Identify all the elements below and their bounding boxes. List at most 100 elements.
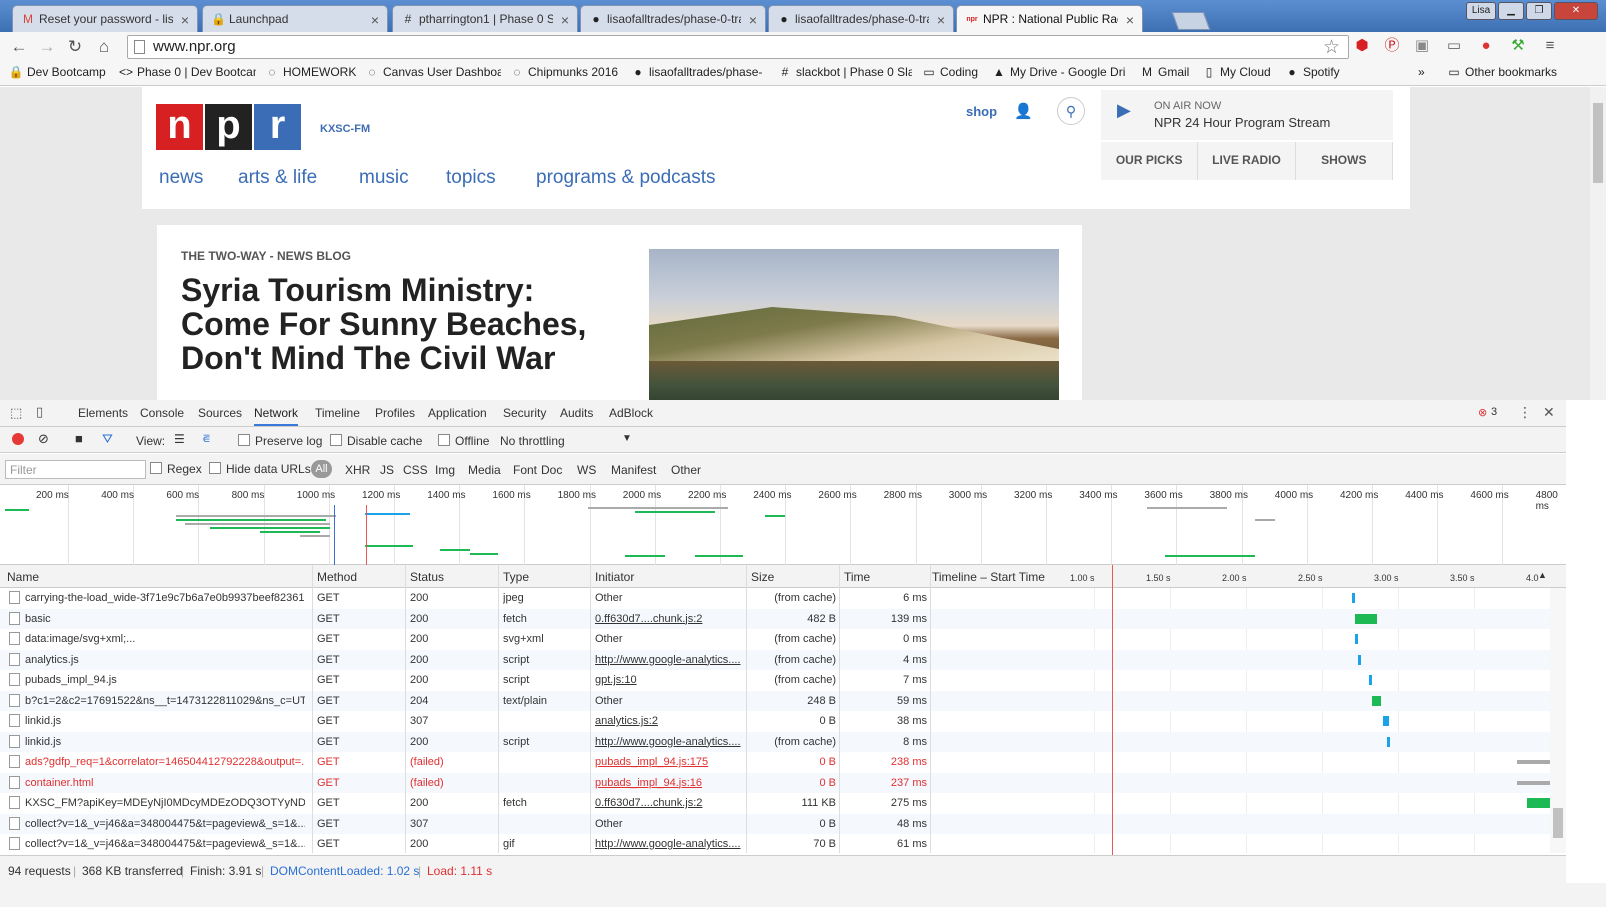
type-filter[interactable]: CSS — [403, 463, 428, 477]
browser-tab[interactable]: M Reset your password - lisa × — [12, 5, 198, 32]
bookmark-item[interactable]: # slackbot | Phase 0 Sla — [777, 65, 912, 79]
browser-tab[interactable]: # ptharrington1 | Phase 0 Sl × — [392, 5, 578, 32]
table-row[interactable]: analytics.js GET 200 script http://www.googl… — [0, 649, 1550, 670]
devtools-tab[interactable]: Security — [503, 406, 546, 420]
devtools-tab[interactable]: Network — [254, 406, 299, 426]
bookmark-item[interactable]: ◌ HOMEWORK — [264, 65, 358, 79]
error-icon[interactable]: ⊗ — [1478, 406, 1487, 419]
type-filter[interactable]: Doc — [541, 463, 562, 477]
extension-icon[interactable]: ▣ — [1412, 36, 1432, 56]
table-row[interactable]: pubads_impl_94.js GET 200 script gpt.js:10 (f… — [0, 670, 1550, 691]
type-filter[interactable]: JS — [380, 463, 394, 477]
close-tab-icon[interactable]: × — [371, 12, 379, 28]
tool-icon[interactable]: ⚒ — [1508, 36, 1528, 56]
table-row[interactable]: collect?v=1&_v=j46&a=348004475&t=pagevie… — [0, 813, 1573, 834]
our-picks-button[interactable]: OUR PICKS — [1101, 142, 1199, 180]
close-window-button[interactable]: ✕ — [1554, 2, 1598, 20]
cell-initiator[interactable]: gpt.js:10 — [595, 674, 743, 686]
nav-news[interactable]: news — [159, 167, 203, 189]
story-photo[interactable] — [649, 249, 1059, 400]
bookmark-item[interactable]: <> Phase 0 | Dev Bootcam — [118, 65, 256, 79]
devtools-tab[interactable]: Application — [428, 406, 487, 420]
device-icon[interactable]: ▯ — [36, 404, 43, 420]
inspect-icon[interactable]: ⬚ — [10, 405, 22, 421]
type-filter[interactable]: Media — [468, 463, 501, 477]
bookmark-item[interactable]: ● lisaofalltrades/phase- — [630, 65, 767, 79]
type-filter[interactable]: Manifest — [611, 463, 656, 477]
preserve-log-checkbox[interactable]: Preserve log — [238, 434, 322, 448]
table-row[interactable]: container.html GET (failed) pubads_impl_94.… — [0, 772, 1553, 793]
bookmark-item[interactable]: ● Spotify — [1284, 65, 1344, 79]
offline-checkbox[interactable]: Offline — [438, 434, 489, 448]
type-filter[interactable]: Other — [671, 463, 701, 477]
bookmark-item[interactable]: M Gmail — [1139, 65, 1196, 79]
type-filter[interactable]: Font — [513, 463, 537, 477]
table-scrollbar[interactable] — [1550, 588, 1566, 853]
col-name[interactable]: Name — [7, 570, 39, 584]
col-timeline[interactable]: Timeline – Start Time — [932, 570, 1045, 584]
reload-icon[interactable]: ↻ — [64, 36, 86, 58]
filter-icon[interactable]: ⛛ — [102, 431, 113, 447]
browser-tab[interactable]: ● lisaofalltrades/phase-0-tra × — [768, 5, 954, 32]
close-tab-icon[interactable]: × — [561, 12, 569, 28]
shows-button[interactable]: SHOWS — [1296, 142, 1393, 180]
devtools-tab[interactable]: Audits — [560, 406, 593, 420]
throttling-select[interactable]: No throttling — [500, 434, 565, 448]
disable-cache-checkbox[interactable]: Disable cache — [330, 434, 422, 448]
shop-link[interactable]: shop — [966, 104, 997, 119]
type-filter[interactable]: Img — [435, 463, 455, 477]
type-filter[interactable]: WS — [577, 463, 596, 477]
close-devtools-icon[interactable]: ✕ — [1543, 404, 1555, 421]
type-filter[interactable]: XHR — [345, 463, 370, 477]
npr-logo[interactable]: n p r — [156, 104, 301, 150]
cell-initiator[interactable]: 0.ff630d7....chunk.js:2 — [595, 797, 743, 809]
bookmark-item[interactable]: ◌ Canvas User Dashboa — [364, 65, 501, 79]
table-row[interactable]: data:image/svg+xml;... GET 200 svg+xml Other… — [0, 629, 1550, 650]
devtools-tab[interactable]: Console — [140, 406, 184, 420]
user-icon[interactable]: 👤 — [1014, 102, 1033, 120]
adblock-icon[interactable]: ⬢ — [1352, 36, 1372, 56]
table-row[interactable]: KXSC_FM?apiKey=MDEyNjI0MDcyMDEzODQ3OTYyN… — [0, 793, 1569, 814]
sort-icon[interactable]: ▲ — [1538, 570, 1547, 580]
col-initiator[interactable]: Initiator — [595, 570, 634, 584]
hide-data-urls-checkbox[interactable]: Hide data URLs — [209, 462, 311, 476]
minimize-button[interactable]: ▁ — [1498, 2, 1524, 20]
regex-checkbox[interactable]: Regex — [150, 462, 202, 476]
play-icon[interactable]: ▶ — [1117, 100, 1131, 121]
maximize-button[interactable]: ❐ — [1526, 2, 1552, 20]
featured-story[interactable]: THE TWO-WAY - NEWS BLOG Syria Tourism Mi… — [157, 225, 1082, 400]
story-kicker[interactable]: THE TWO-WAY - NEWS BLOG — [181, 249, 351, 263]
devtools-tab[interactable]: Elements — [78, 406, 128, 420]
devtools-tab[interactable]: AdBlock — [609, 406, 653, 420]
close-tab-icon[interactable]: × — [181, 12, 189, 28]
cell-initiator[interactable]: analytics.js:2 — [595, 715, 743, 727]
cell-initiator[interactable]: pubads_impl_94.js:16 — [595, 777, 743, 789]
camera-icon[interactable]: ■ — [75, 431, 83, 446]
page-scrollbar[interactable] — [1590, 87, 1606, 400]
table-row[interactable]: linkid.js GET 200 script http://www.google-a… — [0, 731, 1550, 752]
close-tab-icon[interactable]: × — [1126, 12, 1134, 28]
cast-icon[interactable]: ▭ — [1444, 36, 1464, 56]
table-row[interactable]: linkid.js GET 307 analytics.js:2 0 B 38 ms — [0, 711, 1550, 732]
cell-initiator[interactable]: http://www.google-analytics.... — [595, 654, 743, 666]
close-tab-icon[interactable]: × — [937, 12, 945, 28]
nav-music[interactable]: music — [359, 167, 409, 189]
cell-initiator[interactable]: http://www.google-analytics.... — [595, 736, 743, 748]
new-tab-button[interactable] — [1171, 12, 1211, 30]
table-row[interactable]: basic GET 200 fetch 0.ff630d7....chunk.js:2 4… — [0, 608, 1550, 629]
bookmark-item[interactable]: ▭ Coding — [921, 65, 983, 79]
pinterest-icon[interactable]: Ⓟ — [1382, 36, 1402, 56]
bookmark-star-icon[interactable]: ☆ — [1323, 36, 1340, 59]
browser-tab[interactable]: npr NPR : National Public Rad × — [956, 5, 1143, 32]
bookmark-item[interactable]: ◌ Chipmunks 2016 — [509, 65, 621, 79]
table-row[interactable]: b?c1=2&c2=17691522&ns__t=1473122811029&n… — [0, 690, 1550, 711]
table-row[interactable]: carrying-the-load_wide-3f71e9c7b6a7e0b99… — [0, 588, 1550, 609]
bookmark-item[interactable]: » — [1418, 65, 1432, 79]
col-method[interactable]: Method — [317, 570, 357, 584]
devtools-tab[interactable]: Profiles — [375, 406, 415, 420]
bookmark-item[interactable]: ▭ Other bookmarks — [1446, 65, 1561, 79]
forward-icon[interactable]: → — [36, 36, 58, 58]
more-options-icon[interactable]: ⋮ — [1518, 404, 1532, 421]
tomato-icon[interactable]: ● — [1476, 36, 1496, 56]
cell-initiator[interactable]: 0.ff630d7....chunk.js:2 — [595, 613, 743, 625]
